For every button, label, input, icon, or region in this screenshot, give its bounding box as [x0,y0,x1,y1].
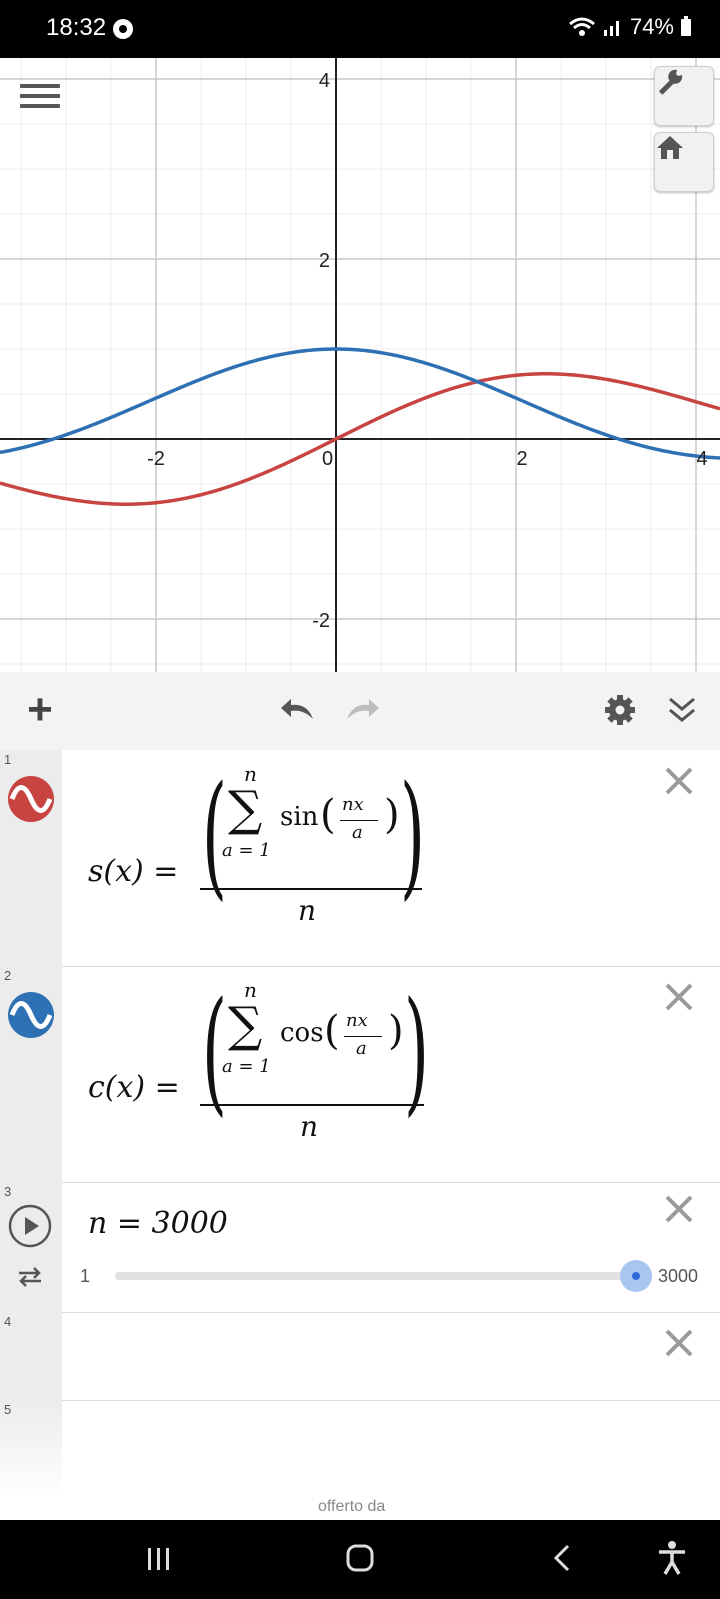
offered-by-text: offerto da [318,1498,386,1515]
x-tick-label: -2 [147,448,165,470]
delete-expression-icon[interactable] [664,766,694,796]
add-expression-button[interactable]: + [18,688,62,732]
recent-apps-icon[interactable] [144,1544,174,1574]
collapse-list-button[interactable] [660,688,704,732]
y-tick-label: 2 [319,250,330,272]
wifi-icon [568,17,595,36]
slider-handle[interactable] [620,1260,652,1292]
expression-gutter: 3 [0,1182,62,1312]
expression-2-lhs: c(x) = [88,1070,180,1105]
graph-plot[interactable]: -2 0 2 4 4 2 -2 [0,58,720,672]
row-number: 2 [4,968,12,983]
gear-icon [605,695,635,725]
status-indicators: 74% [568,14,692,40]
status-bar: 18:32 74% [0,0,720,58]
expression-1-rhs: ( n ∑ a = 1 sin ( nx a ) ) n [200,759,425,927]
delete-expression-icon[interactable] [664,1194,694,1224]
home-button[interactable] [654,132,714,192]
battery-percent: 74% [629,14,674,39]
cosine-wave-color-icon[interactable] [6,990,56,1040]
system-navigation-bar [0,1520,720,1599]
expression-2-rhs: ( n ∑ a = 1 cos ( nx a ) ) n [200,975,429,1143]
expression-row-5[interactable]: 5 [0,1400,720,1500]
undo-icon [281,699,313,719]
x-tick-label: 0 [322,448,333,470]
back-icon[interactable] [548,1542,576,1574]
expression-toolbar: + [0,672,720,751]
row-number: 4 [4,1314,12,1329]
expression-1-lhs: s(x) = [88,854,179,889]
slider-max-label[interactable]: 3000 [658,1266,698,1287]
double-chevron-down-icon [669,697,695,722]
c-curve [0,347,720,460]
x-tick-label: 4 [696,448,707,470]
y-tick-label: 4 [319,70,330,92]
notification-icon [113,19,133,39]
row-number: 3 [4,1184,12,1199]
redo-button[interactable] [340,688,384,732]
signal-icon [603,21,619,36]
y-tick-label: -2 [312,610,330,632]
row-number: 5 [4,1402,12,1417]
slider-expression[interactable]: n = 3000 [88,1206,228,1241]
sine-wave-color-icon[interactable] [6,774,56,824]
slider-track[interactable] [115,1272,635,1280]
expression-row-4[interactable]: 4 [0,1312,720,1401]
expression-row-2[interactable]: 2 c(x) = ( n ∑ a = 1 cos ( nx a ) ) n [0,966,720,1183]
settings-button[interactable] [598,688,642,732]
wrench-icon [658,69,683,95]
home-nav-icon[interactable] [344,1542,376,1574]
expression-gutter: 1 [0,750,62,966]
expression-row-3[interactable]: 3 n = 3000 1 3000 [0,1182,720,1313]
delete-expression-icon[interactable] [664,1328,694,1358]
status-time: 18:32 [46,14,107,41]
graph-settings-button[interactable] [654,66,714,126]
x-tick-label: 2 [516,448,527,470]
graph-canvas[interactable]: -2 0 2 4 4 2 -2 [0,58,720,672]
redo-icon [347,699,379,719]
accessibility-icon[interactable] [656,1540,688,1576]
expression-gutter: 5 [0,1400,62,1500]
undo-button[interactable] [276,688,320,732]
add-icon: + [27,685,53,734]
expression-gutter: 4 [0,1312,62,1400]
expression-row-1[interactable]: 1 s(x) = ( n ∑ a = 1 sin ( nx a ) ) n [0,750,720,967]
home-icon [657,136,683,159]
expression-gutter: 2 [0,966,62,1182]
play-icon[interactable] [8,1204,52,1248]
delete-expression-icon[interactable] [664,982,694,1012]
loop-icon[interactable] [16,1264,44,1288]
row-number: 1 [4,752,12,767]
slider-min-label[interactable]: 1 [80,1266,90,1287]
battery-icon [681,16,691,36]
hamburger-menu-button[interactable] [20,78,60,114]
